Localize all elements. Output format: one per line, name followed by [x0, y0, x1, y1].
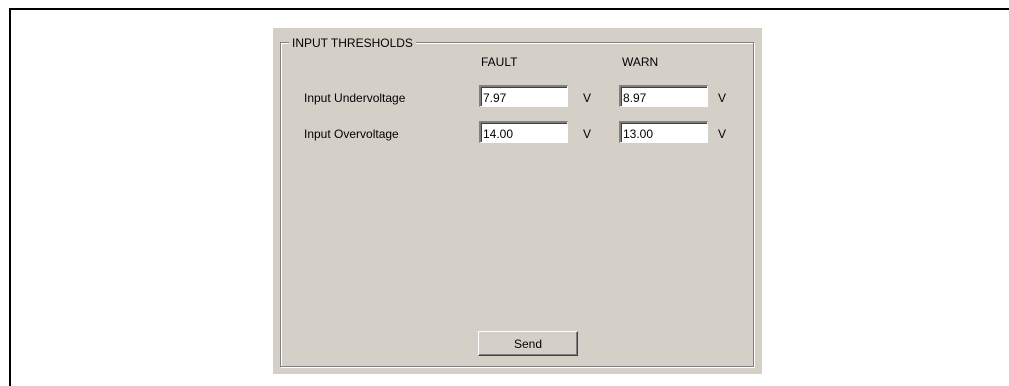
input-undervoltage-label: Input Undervoltage — [304, 91, 406, 105]
overvoltage-warn-unit: V — [718, 127, 727, 141]
overvoltage-fault-unit: V — [583, 127, 592, 141]
undervoltage-fault-field[interactable] — [479, 85, 568, 107]
group-title: INPUT THRESHOLDS — [289, 36, 416, 50]
undervoltage-fault-unit: V — [583, 91, 592, 105]
overvoltage-fault-field[interactable] — [479, 121, 568, 143]
undervoltage-warn-unit: V — [718, 91, 727, 105]
fault-column-header: FAULT — [481, 55, 518, 69]
send-button[interactable]: Send — [478, 331, 578, 356]
input-thresholds-panel: INPUT THRESHOLDS FAULT WARN Input Underv… — [273, 28, 762, 374]
overvoltage-warn-field[interactable] — [619, 121, 708, 143]
undervoltage-warn-field[interactable] — [619, 85, 708, 107]
input-overvoltage-label: Input Overvoltage — [304, 127, 399, 141]
warn-column-header: WARN — [622, 55, 659, 69]
